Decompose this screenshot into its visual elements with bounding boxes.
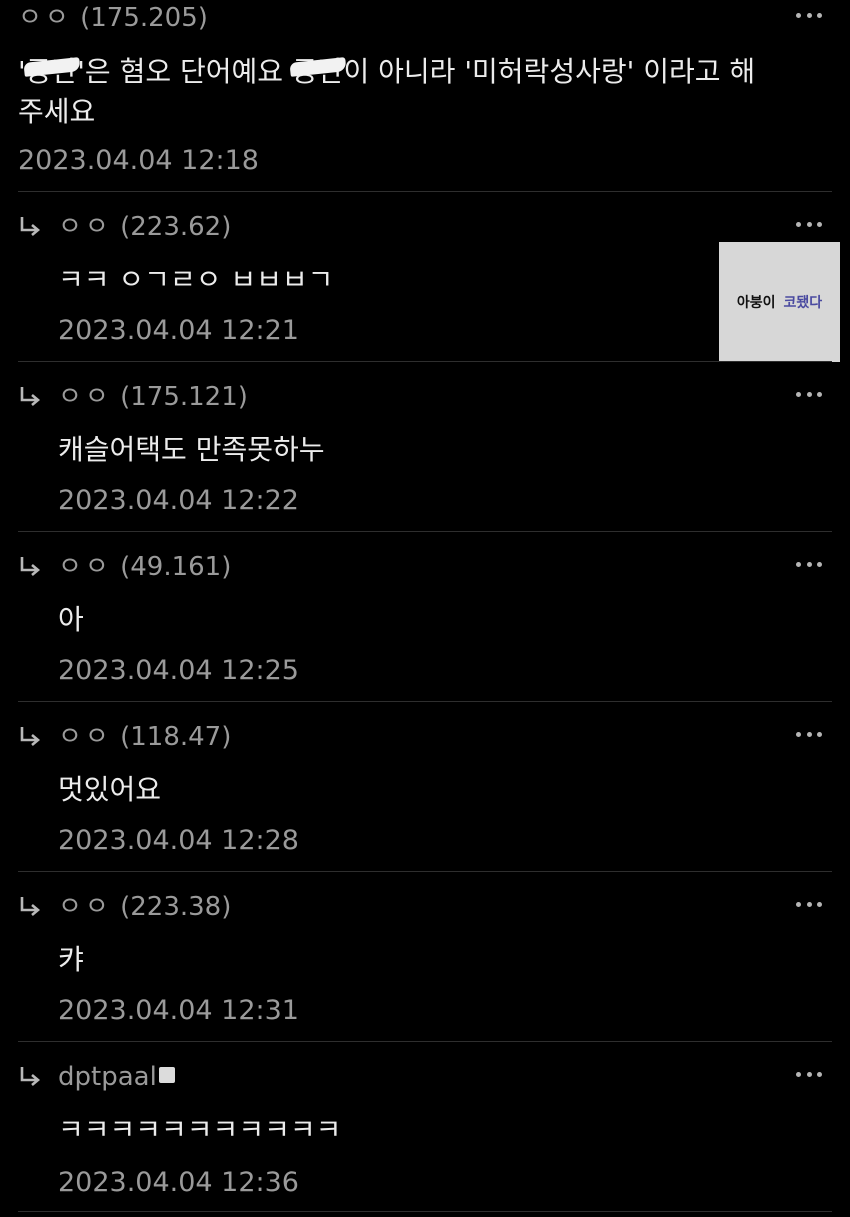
more-dot-icon [806,901,812,907]
author-ip: (175.121) [120,382,248,412]
more-dot-icon [796,1071,801,1077]
redacted-word: 공간 [291,50,344,94]
reply-arrow-icon [20,897,41,916]
comment-author[interactable]: ㅇㅇ (118.47) [58,721,231,753]
author-nickname: dptpaal [58,1062,157,1092]
more-dot-icon [817,12,822,18]
user-badge-icon [158,1066,175,1083]
more-dot-icon [817,221,822,227]
comment-author[interactable]: ㅇㅇ (223.38) [58,891,231,923]
author-nickname: ㅇㅇ [18,3,72,33]
more-options-button[interactable] [796,220,822,228]
comment-body: '공간'은 혐오 단어예요 공간이 아니라 '미허락성사랑' 이라고 해 [18,50,755,94]
comment-date: 2023.04.04 12:22 [58,485,299,516]
divider [18,531,832,532]
dccon-text: 코됐다 [783,295,823,311]
comment-body: 캐슬어택도 만족못하누 [58,433,325,466]
more-dot-icon [796,221,801,227]
more-dot-icon [817,561,822,567]
divider [18,361,832,362]
author-ip: (175.205) [80,3,208,33]
more-dot-icon [806,561,812,567]
reply-arrow-icon [20,727,41,746]
more-dot-icon [806,731,812,737]
divider [18,191,832,192]
reply-arrow-icon [20,1067,41,1086]
divider [18,1041,832,1042]
reply-arrow-icon [20,387,41,406]
comment-author[interactable]: ㅇㅇ (175.205) [18,2,208,34]
more-dot-icon [817,731,822,737]
comment-body: 멋있어요 [58,773,162,806]
more-options-button[interactable] [796,730,822,738]
more-dot-icon [806,221,812,227]
comment-author[interactable]: ㅇㅇ (175.121) [58,381,248,413]
comment-date: 2023.04.04 12:36 [58,1167,299,1198]
comment-body: 아 [58,603,84,636]
more-options-button[interactable] [796,1070,822,1078]
dccon-image[interactable]: 아붕이 코됐다 [719,242,840,362]
more-dot-icon [806,12,812,18]
comment-body: ㅋㅋㅋㅋㅋㅋㅋㅋㅋㅋㅋ [58,1113,342,1146]
more-dot-icon [817,1071,822,1077]
author-nickname: ㅇㅇ [58,212,112,242]
comment-body: ㅋㅋ ㅇㄱㄹㅇ ㅂㅂㅂㄱ [58,263,334,296]
comment-author[interactable]: ㅇㅇ (223.62) [58,211,231,243]
more-dot-icon [796,901,801,907]
redacted-word: 공간 [25,50,78,94]
more-dot-icon [796,12,801,18]
author-ip: (118.47) [120,722,232,752]
more-dot-icon [796,561,801,567]
more-options-button[interactable] [796,900,822,908]
more-options-button[interactable] [796,11,822,19]
reply-arrow-icon [20,557,41,576]
more-options-button[interactable] [796,390,822,398]
more-dot-icon [796,731,801,737]
more-dot-icon [796,391,801,397]
author-ip: (223.38) [120,892,232,922]
dccon-text: 아붕이 [736,295,776,311]
divider [18,701,832,702]
comment-body-line2: 주세요 [18,95,96,128]
comment-date: 2023.04.04 12:18 [18,145,259,176]
more-dot-icon [806,391,812,397]
author-ip: (49.161) [120,552,232,582]
author-nickname: ㅇㅇ [58,552,112,582]
more-dot-icon [806,1071,812,1077]
comment-date: 2023.04.04 12:25 [58,655,299,686]
comment-author[interactable]: ㅇㅇ (49.161) [58,551,231,583]
comment-date: 2023.04.04 12:21 [58,315,299,346]
comment-date: 2023.04.04 12:31 [58,995,299,1026]
more-options-button[interactable] [796,560,822,568]
divider [18,1211,832,1212]
more-dot-icon [817,391,822,397]
comment-body: 캬 [58,943,84,976]
author-nickname: ㅇㅇ [58,382,112,412]
comment-date: 2023.04.04 12:28 [58,825,299,856]
more-dot-icon [817,901,822,907]
comment-author[interactable]: dptpaal [58,1061,175,1093]
author-nickname: ㅇㅇ [58,722,112,752]
author-ip: (223.62) [120,212,232,242]
divider [18,871,832,872]
author-nickname: ㅇㅇ [58,892,112,922]
reply-arrow-icon [20,217,41,236]
